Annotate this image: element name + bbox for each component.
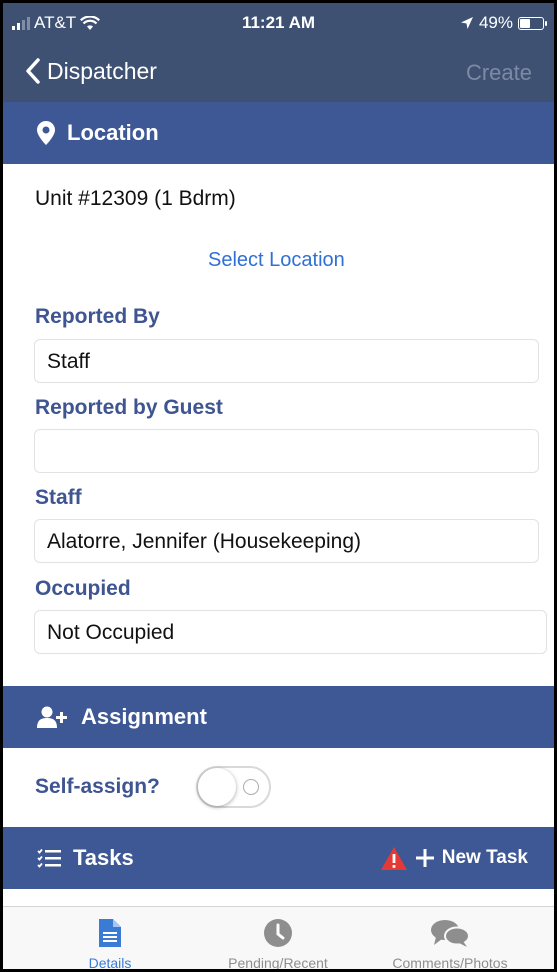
navigation-bar: Dispatcher Create <box>3 47 554 102</box>
document-icon <box>30 919 190 947</box>
toggle-knob <box>198 768 236 806</box>
task-list-icon <box>37 848 61 868</box>
chevron-left-icon <box>26 58 40 84</box>
clock-icon <box>198 919 358 947</box>
assignment-section-header: Assignment <box>3 686 554 748</box>
tab-pending-recent[interactable]: Pending/Recent <box>198 907 358 971</box>
warning-icon <box>380 846 407 870</box>
battery-fill <box>520 18 530 28</box>
location-section-title: Location <box>67 120 159 145</box>
chat-bubbles-icon <box>370 919 530 947</box>
assignment-section-title: Assignment <box>81 704 207 729</box>
tab-details-label: Details <box>88 955 132 971</box>
new-task-button[interactable]: New Task <box>380 827 528 889</box>
tab-comments-photos-label: Comments/Photos <box>392 955 508 971</box>
tab-bar: Details Pending/Recent Comments/Photos <box>3 906 554 971</box>
staff-label: Staff <box>35 486 82 509</box>
tasks-section-header: Tasks New Task <box>3 827 554 889</box>
app-screen: AT&T 11:21 AM 49% Dispatcher Create Loca… <box>0 0 557 972</box>
occupied-label: Occupied <box>35 577 131 600</box>
battery-icon <box>518 16 547 30</box>
status-right: 49% <box>460 13 547 33</box>
self-assign-label: Self-assign? <box>35 775 160 798</box>
reported-by-field[interactable]: Staff <box>34 339 539 383</box>
location-section-header: Location <box>3 102 554 164</box>
status-bar: AT&T 11:21 AM 49% <box>3 3 554 47</box>
map-pin-icon <box>37 121 55 145</box>
reported-by-guest-label: Reported by Guest <box>35 396 223 419</box>
tasks-section-title: Tasks <box>73 845 134 870</box>
select-location-link[interactable]: Select Location <box>208 249 345 272</box>
reported-by-guest-field[interactable] <box>34 429 539 473</box>
add-user-icon <box>37 706 69 728</box>
tab-comments-photos[interactable]: Comments/Photos <box>370 907 530 971</box>
location-arrow-icon <box>460 17 473 29</box>
new-task-label: New Task <box>441 847 528 868</box>
back-button[interactable]: Dispatcher <box>25 57 157 85</box>
back-button-label: Dispatcher <box>47 57 157 84</box>
reported-by-label: Reported By <box>35 305 160 328</box>
occupied-field[interactable]: Not Occupied <box>34 610 547 654</box>
tab-pending-recent-label: Pending/Recent <box>228 955 328 971</box>
self-assign-toggle[interactable] <box>196 766 271 808</box>
create-button[interactable]: Create <box>466 60 532 86</box>
plus-icon <box>415 849 434 867</box>
tab-details[interactable]: Details <box>30 907 190 971</box>
staff-field[interactable]: Alatorre, Jennifer (Housekeeping) <box>34 519 539 563</box>
battery-percent: 49% <box>478 13 513 32</box>
unit-text: Unit #12309 (1 Bdrm) <box>35 187 236 210</box>
toggle-off-indicator <box>243 779 259 795</box>
